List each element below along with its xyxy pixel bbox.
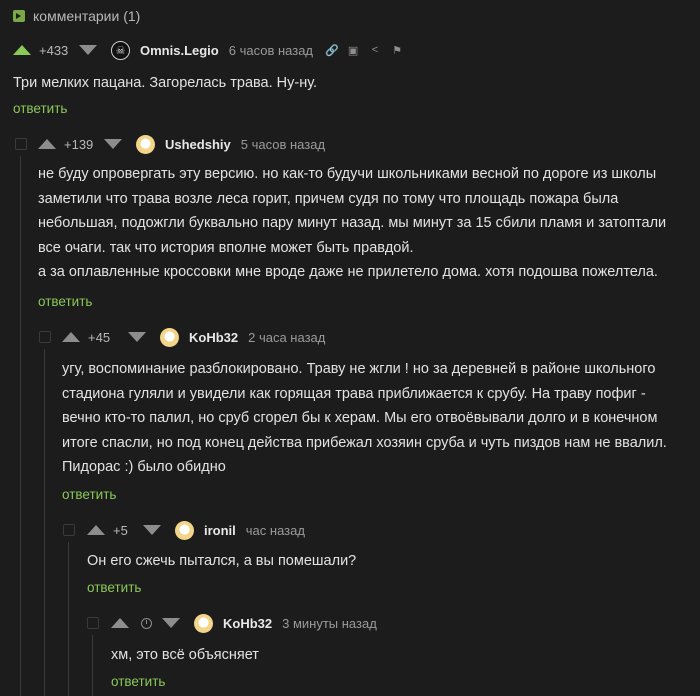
comment-score: +433: [39, 42, 69, 58]
share-icon[interactable]: <: [369, 44, 381, 56]
comment-actions: 🔗 ▣ < ⚑: [325, 44, 403, 57]
text-line: Пидорас :) было обидно: [62, 459, 226, 475]
downvote-icon[interactable]: [128, 332, 146, 342]
comment-time[interactable]: 5 часов назад: [241, 137, 325, 152]
thread-line[interactable]: [20, 156, 21, 696]
comments-title: комментарии (1): [33, 8, 141, 24]
text-line: не буду опровергать эту версию. но как-т…: [38, 166, 657, 182]
link-icon[interactable]: 🔗: [325, 44, 339, 57]
comment-meta: KoHb32 3 минуты назад: [111, 612, 377, 634]
collapse-checkbox[interactable]: [87, 617, 99, 629]
comments-header: комментарии (1): [13, 6, 140, 26]
thread-line[interactable]: [68, 542, 69, 696]
comment-author[interactable]: Ushedshiy: [165, 137, 231, 152]
downvote-icon[interactable]: [162, 618, 180, 628]
text-line: небольшая, подожгли буквально пару минут…: [38, 215, 667, 231]
collapse-checkbox[interactable]: [15, 138, 27, 150]
comment-text: угу, воспоминание разблокировано. Траву …: [62, 357, 667, 480]
comment-text: не буду опровергать эту версию. но как-т…: [38, 162, 666, 285]
comment-author[interactable]: KoHb32: [189, 330, 238, 345]
comment-text: Три мелких пацана. Загорелась трава. Ну-…: [13, 75, 318, 91]
upvote-icon[interactable]: [13, 45, 31, 55]
downvote-icon[interactable]: [143, 525, 161, 535]
reply-link[interactable]: ответить: [62, 487, 116, 502]
comment-time[interactable]: 3 минуты назад: [282, 616, 377, 631]
thread-line[interactable]: [92, 635, 93, 696]
text-line: итоге спасли, но под конец действа прибе…: [62, 434, 667, 451]
comment-text: хм, это всё объясняет: [111, 647, 259, 663]
comment-score: +45: [88, 329, 111, 345]
text-line: стадиона гуляли и увидели как горящая тр…: [62, 385, 646, 402]
upvote-icon[interactable]: [87, 525, 105, 535]
collapse-checkbox[interactable]: [39, 331, 51, 343]
avatar[interactable]: [136, 134, 155, 154]
reply-link[interactable]: ответить: [38, 294, 92, 309]
save-icon[interactable]: ▣: [347, 44, 359, 57]
comment-author[interactable]: KoHb32: [223, 616, 272, 631]
flag-icon[interactable]: ⚑: [391, 44, 403, 57]
text-line: а за оплавленные кроссовки мне вроде даж…: [38, 264, 658, 280]
upvote-icon[interactable]: [38, 139, 56, 149]
comment-meta: +5 ironil час назад: [87, 519, 305, 541]
text-line: все очаги. так что история вполне может …: [38, 239, 414, 256]
avatar[interactable]: [194, 613, 213, 633]
comments-icon: [13, 10, 25, 22]
comment-author[interactable]: Omnis.Legio: [140, 43, 219, 58]
avatar[interactable]: [175, 520, 194, 540]
text-line: заметили что трава возле леса горит, при…: [38, 190, 619, 207]
reply-link[interactable]: ответить: [87, 580, 141, 595]
upvote-icon[interactable]: [111, 618, 129, 628]
reply-link[interactable]: ответить: [111, 674, 165, 689]
comment-text: Он его сжечь пытался, а вы помешали?: [87, 553, 357, 569]
comment-time[interactable]: час назад: [246, 523, 305, 538]
avatar[interactable]: [160, 327, 179, 347]
comment-meta: +433 ☠ Omnis.Legio 6 часов назад 🔗 ▣ < ⚑: [13, 39, 403, 61]
downvote-icon[interactable]: [104, 139, 122, 149]
clock-icon: [141, 617, 152, 629]
text-line: угу, воспоминание разблокировано. Траву …: [62, 361, 656, 377]
comment-meta: +45 KoHb32 2 часа назад: [62, 326, 325, 348]
avatar[interactable]: ☠: [111, 40, 130, 60]
collapse-checkbox[interactable]: [63, 524, 75, 536]
comment-time[interactable]: 6 часов назад: [229, 43, 313, 58]
thread-line[interactable]: [44, 349, 45, 696]
comment-time[interactable]: 2 часа назад: [248, 330, 325, 345]
upvote-icon[interactable]: [62, 332, 80, 342]
reply-link[interactable]: ответить: [13, 101, 67, 116]
comment-score: +5: [113, 522, 128, 538]
downvote-icon[interactable]: [79, 45, 97, 55]
comment-meta: +139 Ushedshiy 5 часов назад: [38, 133, 325, 155]
comment-score: +139: [64, 136, 94, 152]
comment-author[interactable]: ironil: [204, 523, 236, 538]
text-line: вечно кто-то палил, но сруб сгорел бы к …: [62, 410, 658, 426]
